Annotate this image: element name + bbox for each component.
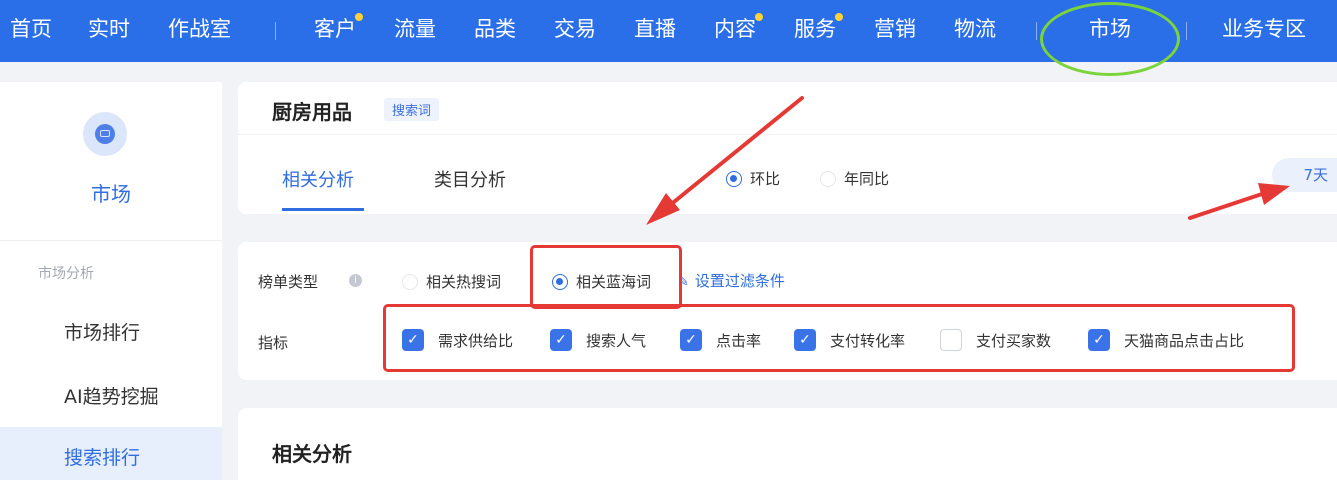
arrow-line (1188, 192, 1264, 220)
annotation-arrows (646, 96, 1290, 225)
arrow-head (1258, 183, 1290, 205)
arrow-line (662, 96, 804, 212)
arrow-head (646, 193, 680, 225)
